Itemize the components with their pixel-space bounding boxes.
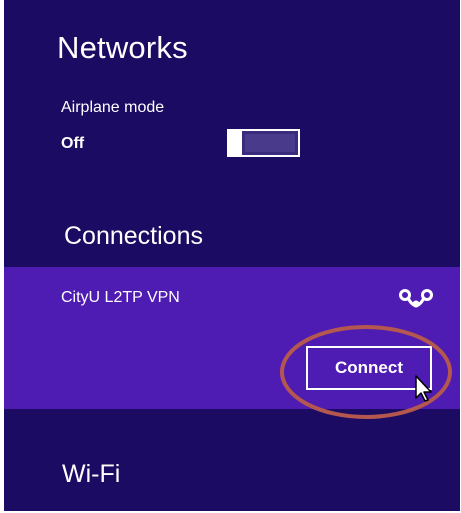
connections-heading: Connections	[64, 222, 203, 250]
wifi-heading: Wi-Fi	[62, 460, 121, 488]
airplane-mode-toggle[interactable]	[227, 129, 300, 157]
panel-title: Networks	[57, 30, 188, 65]
vpn-connection-item[interactable]: CityU L2TP VPN Connect	[4, 267, 460, 409]
vpn-icon	[399, 289, 433, 308]
toggle-track	[245, 134, 295, 152]
vpn-connection-name: CityU L2TP VPN	[61, 289, 180, 306]
toggle-thumb[interactable]	[227, 129, 242, 157]
connect-button[interactable]: Connect	[306, 346, 432, 390]
airplane-mode-label: Airplane mode	[61, 99, 165, 116]
networks-panel: Networks Airplane mode Off Connections C…	[4, 0, 460, 511]
airplane-mode-state: Off	[61, 135, 85, 152]
